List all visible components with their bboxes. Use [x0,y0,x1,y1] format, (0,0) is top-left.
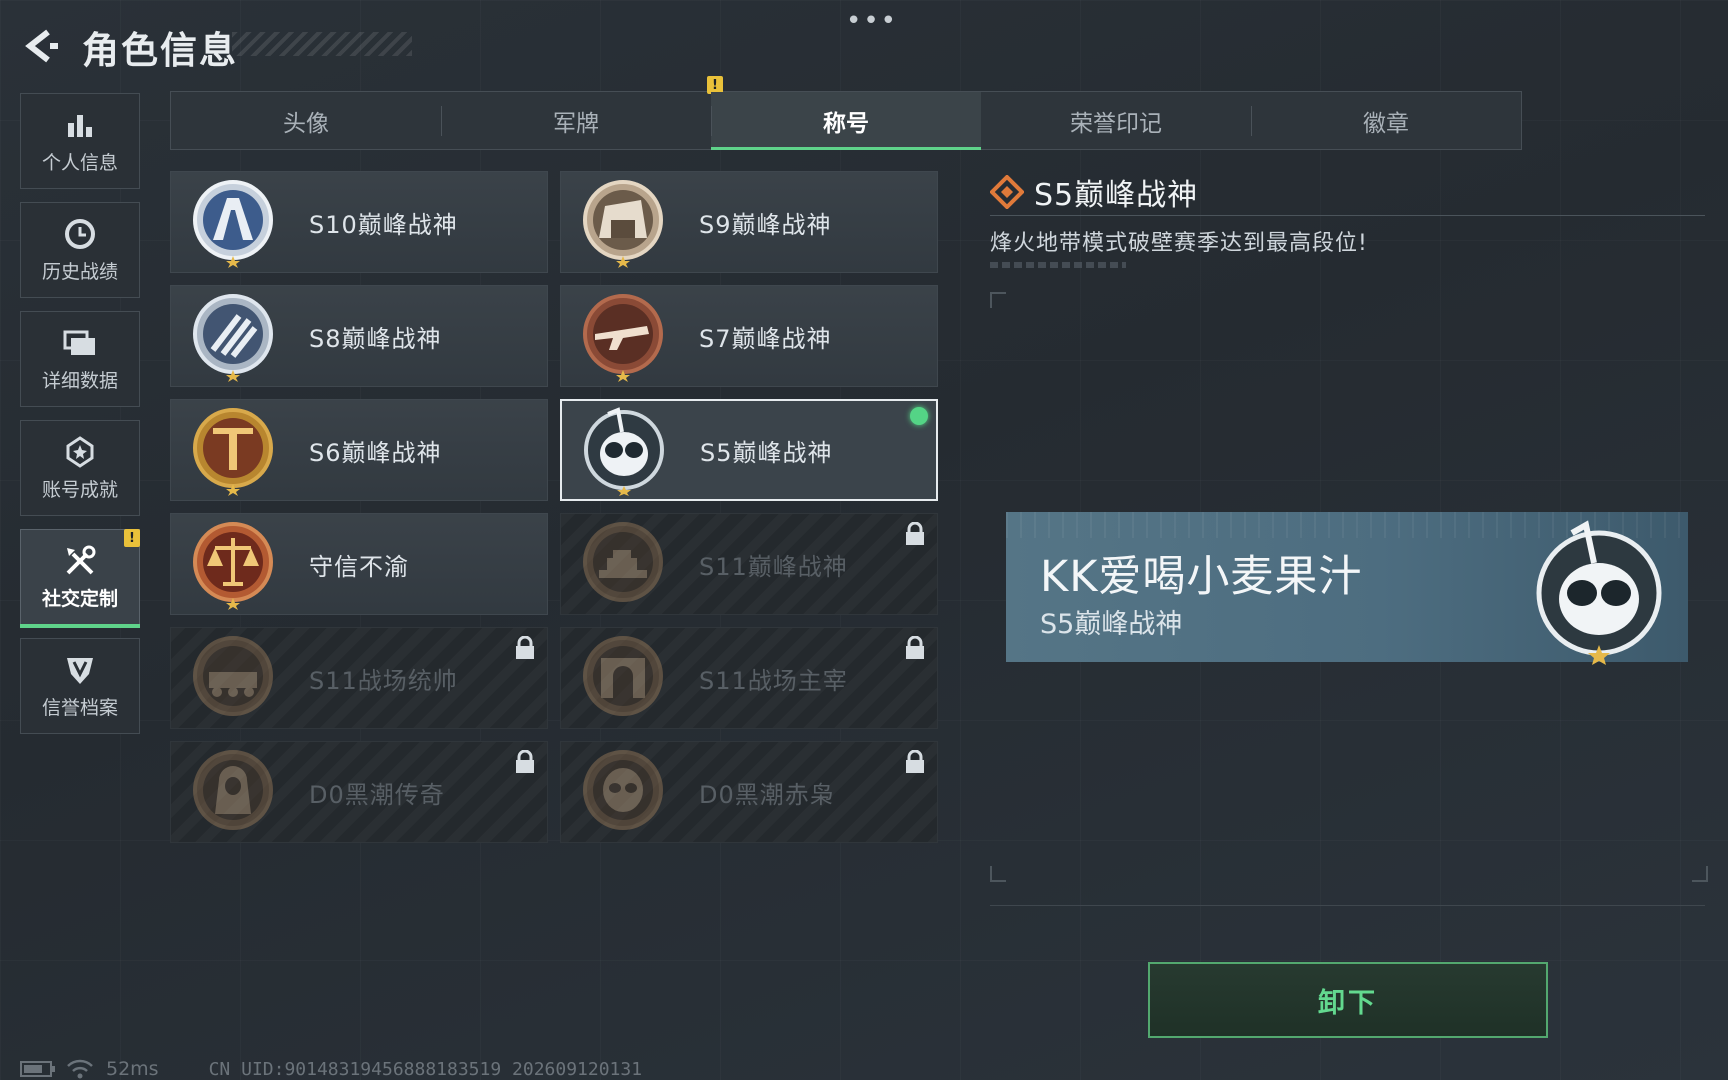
sidebar-item-personal-info[interactable]: 个人信息 [20,93,140,189]
tab-title[interactable]: 称号 [711,92,981,150]
title-card-locked[interactable]: S11巅峰战神 [560,513,938,615]
divider [990,215,1705,216]
title-name: S5巅峰战神 [700,438,833,467]
achievement-icon [65,435,95,469]
sidebar-item-history[interactable]: 历史战绩 [20,202,140,298]
notification-badge: ! [124,529,140,547]
tab-badge[interactable]: 徽章 [1251,92,1521,149]
detail-description: 烽火地带模式破壁赛季达到最高段位! [990,231,1368,256]
unequip-button[interactable]: 卸下 [1148,962,1548,1038]
frame-corner [990,292,1006,308]
tab-dog-tag[interactable]: 军牌 ! [441,76,723,149]
equipped-indicator [910,407,928,425]
title-card[interactable]: S10巅峰战神 [170,171,548,273]
tab-bar: 头像 军牌 ! 称号 荣誉印记 徽章 [170,76,1522,150]
title-name: S11战场统帅 [309,666,458,695]
lock-icon [906,522,924,545]
title-card-locked[interactable]: S11战场主宰 [560,627,938,729]
title-name: S9巅峰战神 [699,210,832,239]
title-card[interactable]: S8巅峰战神 [170,285,548,387]
frame-corner [990,866,1006,882]
wifi-icon [67,1059,93,1079]
battery-icon [20,1061,55,1077]
fortress-medal-icon [583,180,663,268]
skull-mask-medal-icon [583,750,663,830]
lock-icon [906,750,924,773]
title-card-locked[interactable]: D0黑潮赤枭 [560,741,938,843]
scales-medal-icon [193,522,273,610]
title-name: S6巅峰战神 [309,438,442,467]
title-name: D0黑潮传奇 [309,780,445,809]
tab-label: 头像 [283,110,329,137]
sidebar-item-label: 历史战绩 [41,260,118,283]
arch-medal-icon [583,636,663,716]
sidebar-item-label: 信誉档案 [41,696,118,719]
title-card-selected[interactable]: S5巅峰战神 [560,399,938,501]
t-shield-medal-icon [193,408,273,496]
tools-icon [63,544,97,578]
title-card[interactable]: 守信不渝 [170,513,548,615]
plate-title: S5巅峰战神 [1040,609,1183,640]
lock-icon [516,750,534,773]
folder-icon [63,326,97,360]
rifle-medal-icon [583,294,663,382]
sidebar-item-credit[interactable]: 信誉档案 [20,638,140,734]
mountain-medal-icon [193,180,273,268]
armored-vehicle-medal-icon [193,636,273,716]
lock-icon [516,636,534,659]
sidebar-item-label: 社交定制 [41,587,118,610]
frame-corner [1692,866,1708,882]
title-grid: S10巅峰战神 S9巅峰战神 S8巅峰战神 S7巅峰战神 S6巅峰战神 S5巅峰… [170,171,938,843]
sidebar-item-achievements[interactable]: 账号成就 [20,420,140,516]
back-button[interactable] [18,24,62,68]
detail-header: S5巅峰战神 [990,170,1198,214]
tab-label: 荣誉印记 [1070,110,1162,137]
title-card[interactable]: S7巅峰战神 [560,285,938,387]
title-card-locked[interactable]: D0黑潮传奇 [170,741,548,843]
uid-text: CN UID:9014831945688818351​9 20260912013… [208,1058,643,1080]
page-title: 角色信息 [82,29,238,72]
stripes-medal-icon [193,294,273,382]
player-name: KK爱喝小麦果汁 [1040,552,1363,602]
hooded-figure-medal-icon [193,750,273,830]
detail-title: S5巅峰战神 [1034,178,1199,213]
title-decoration [232,32,412,56]
title-card[interactable]: S9巅峰战神 [560,171,938,273]
detail-subtext-decoration [990,262,1126,268]
tab-honor-mark[interactable]: 荣誉印记 [981,92,1251,149]
sidebar-item-social-custom[interactable]: ! 社交定制 [20,529,140,628]
title-name: S11战场主宰 [699,666,848,695]
diver-skull-emblem-icon [1536,520,1662,665]
more-options-button[interactable]: ••• [846,6,898,36]
title-name: D0黑潮赤枭 [699,780,835,809]
diamond-rank-icon [990,175,1024,209]
title-name: S8巅峰战神 [309,324,442,353]
tab-label: 徽章 [1363,110,1409,137]
ping-value: 52ms [106,1058,159,1080]
bar-chart-icon [65,108,95,142]
sidebar: 个人信息 历史战绩 详细数据 账号成就 ! 社交定制 信誉档案 [20,93,142,747]
tab-label: 军牌 [553,110,599,137]
sidebar-item-detailed-data[interactable]: 详细数据 [20,311,140,407]
sidebar-item-label: 账号成就 [41,478,118,501]
status-footer: 52ms CN UID:9014831945688818351​9 202609… [20,1058,642,1080]
tab-avatar[interactable]: 头像 [171,92,441,149]
divider [990,905,1705,906]
lock-icon [906,636,924,659]
title-name: 守信不渝 [309,552,409,581]
title-name: S11巅峰战神 [699,552,848,581]
tab-label: 称号 [823,110,869,137]
title-name: S7巅峰战神 [699,324,832,353]
title-card-locked[interactable]: S11战场统帅 [170,627,548,729]
shield-icon [65,653,95,687]
diver-skull-medal-icon [584,407,664,496]
title-card[interactable]: S6巅峰战神 [170,399,548,501]
title-name: S10巅峰战神 [309,210,458,239]
sidebar-item-label: 详细数据 [41,369,118,392]
clock-icon [64,217,96,251]
back-arrow-icon [25,29,58,63]
sidebar-item-label: 个人信息 [41,151,118,174]
tank-medal-icon [583,522,663,602]
